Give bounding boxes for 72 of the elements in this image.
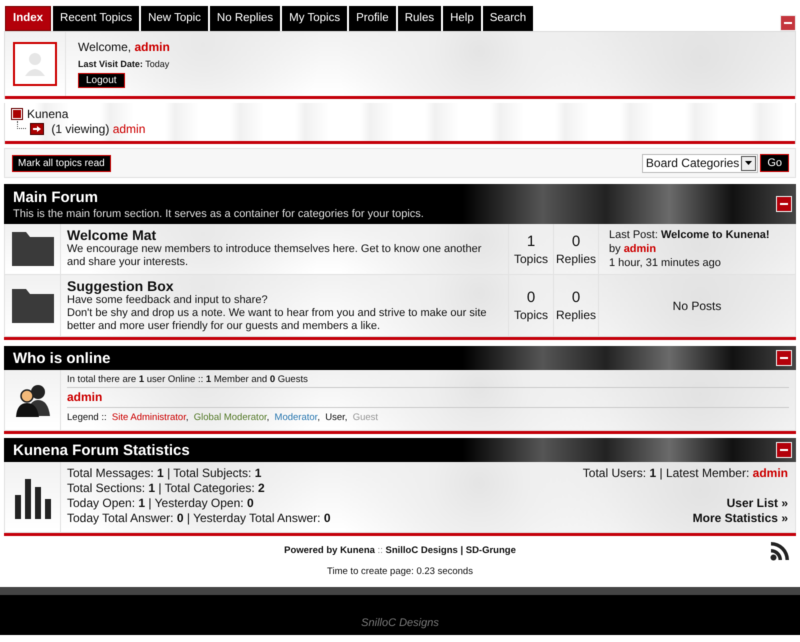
- footer-logo: SnilloC Designs: [361, 617, 439, 631]
- legend-separator: ,: [186, 412, 188, 423]
- last-post-time: 1 hour, 31 minutes ago: [609, 257, 722, 269]
- reply-count: 0: [572, 289, 580, 306]
- replies-label: Replies: [556, 252, 596, 266]
- legend-label: Legend ::: [67, 412, 107, 423]
- logout-button[interactable]: Logout: [78, 73, 125, 88]
- stat-line: Today Total Answer: 0 | Yesterday Total Answer: 0: [67, 511, 332, 526]
- replies-label: Replies: [556, 308, 596, 322]
- online-summary: In total there are 1 user Online :: 1 Member and 0 Guests: [67, 374, 309, 385]
- page-time-text: Time to create page: 0.23 seconds: [327, 566, 473, 577]
- nav-tab[interactable]: Profile: [349, 6, 396, 30]
- stats-link[interactable]: User List »: [726, 496, 788, 511]
- topic-count: 1: [526, 232, 536, 250]
- stat-line: Total Messages: 1 | Total Subjects: 1: [67, 466, 262, 481]
- legend-item: Moderator: [274, 412, 318, 423]
- caret-icon: [745, 161, 752, 165]
- topic-count: 0: [526, 289, 536, 306]
- category-icon: [11, 108, 23, 120]
- legend-item: Guest: [352, 412, 378, 423]
- legend-item: Global Moderator: [194, 412, 267, 423]
- forum-description: Don't be shy and drop us a note. We want to hear from you and strive to make our site better and more user friendly for our guests and members a like.: [67, 307, 488, 333]
- section-title: Kunena Forum Statistics: [13, 442, 191, 458]
- nav-tab[interactable]: My Topics: [282, 6, 348, 30]
- arrow-icon: [30, 122, 44, 134]
- nav-tab[interactable]: Help: [443, 6, 481, 30]
- users-icon: [14, 382, 50, 418]
- stat-line: Today Open: 1 | Yesterday Open: 0: [67, 496, 255, 511]
- last-post-text: Last Post: Welcome to Kunena!: [609, 229, 771, 241]
- welcome-text: Welcome, admin: [78, 40, 170, 54]
- topics-label: Topics: [514, 252, 548, 266]
- no-posts-text: No Posts: [672, 298, 722, 312]
- section-title: Main Forum: [13, 188, 99, 206]
- stat-line: Total Users: 1 | Latest Member: admin: [582, 466, 788, 481]
- avatar-icon: [13, 42, 57, 86]
- legend-separator: ,: [266, 412, 270, 423]
- folder-icon: [12, 232, 54, 266]
- legend-item: Site Administrator: [112, 412, 186, 423]
- legend-separator: ,: [317, 412, 320, 423]
- nav-tab[interactable]: New Topic: [141, 6, 208, 30]
- stat-line: Total Sections: 1 | Total Categories: 2: [67, 481, 266, 496]
- mark-read-button[interactable]: Mark all topics read: [12, 154, 111, 172]
- section-title: Who is online: [13, 350, 112, 366]
- rss-icon[interactable]: [770, 541, 790, 561]
- last-post-author: by admin: [609, 243, 658, 255]
- nav-tab[interactable]: Index: [5, 6, 52, 30]
- viewing-text: (1 viewing) admin: [50, 122, 146, 136]
- folder-icon: [12, 288, 54, 322]
- powered-by-text: Powered by Kunena :: SnilloC Designs | SD-Grunge: [284, 545, 516, 556]
- collapse-button[interactable]: [776, 196, 792, 212]
- forum-description: We encourage new members to introduce themselves here. Get to know one another and share your interests.: [67, 243, 482, 269]
- collapse-button[interactable]: [776, 350, 792, 366]
- reply-count: 0: [572, 232, 580, 250]
- forum-description: Have some feedback and input to share?: [67, 294, 269, 307]
- nav-tab[interactable]: Search: [482, 6, 534, 30]
- nav-tab[interactable]: No Replies: [210, 6, 280, 30]
- legend-item: User: [325, 412, 345, 423]
- breadcrumb-link[interactable]: Kunena: [27, 106, 68, 120]
- legend-separator: ,: [344, 412, 348, 423]
- forum-title[interactable]: Welcome Mat: [67, 227, 502, 243]
- topics-label: Topics: [514, 308, 548, 322]
- nav-tab[interactable]: Rules: [398, 6, 442, 30]
- forum-title[interactable]: Suggestion Box: [67, 278, 502, 294]
- nav-tab[interactable]: Recent Topics: [53, 6, 140, 30]
- collapse-button[interactable]: [780, 15, 796, 31]
- collapse-button[interactable]: [776, 442, 792, 458]
- section-description: This is the main forum section. It serves as a container for categories for your topics.: [13, 208, 425, 220]
- category-select[interactable]: Board Categories: [642, 154, 758, 172]
- last-visit-text: Last Visit Date: Today: [78, 59, 170, 69]
- go-button[interactable]: Go: [760, 154, 789, 172]
- online-user-link[interactable]: admin: [67, 390, 102, 404]
- stats-link[interactable]: More Statistics »: [692, 511, 788, 526]
